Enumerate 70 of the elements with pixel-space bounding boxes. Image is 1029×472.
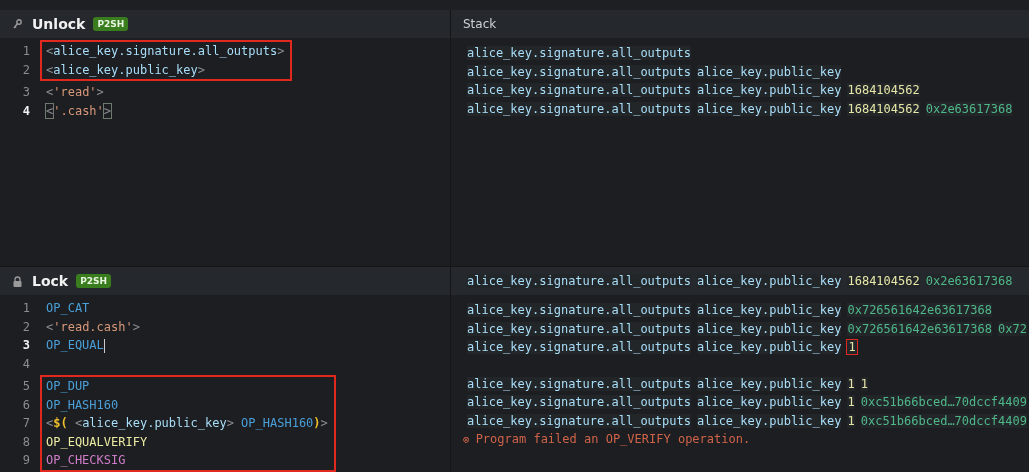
line-number: 1 (21, 301, 30, 316)
stack-item: alice_key.signature.all_outputs (467, 413, 691, 428)
line-number: 4 (21, 103, 30, 118)
error-message: Program failed an OP_VERIFY operation. (475, 432, 751, 446)
stack-item: alice_key.public_key (696, 64, 842, 79)
stack-item: 1 (847, 395, 855, 410)
script-type-badge: P2SH (93, 17, 129, 31)
stack-item: alice_key.signature.all_outputs (467, 376, 691, 391)
stack-item: alice_key.public_key (696, 376, 842, 391)
line-number: 8 (21, 434, 30, 449)
line-number: 6 (21, 397, 30, 412)
code-line[interactable]: <'read.cash'> (42, 319, 140, 334)
stack-item: 1684104562 (847, 101, 920, 116)
code-line[interactable]: <alice_key.public_key> (42, 62, 205, 77)
stack-item: 0x726561642e63617368 (847, 321, 992, 336)
stack-item: alice_key.signature.all_outputs (467, 83, 691, 98)
code-line[interactable]: OP_HASH160 (42, 397, 119, 412)
stack-item: alice_key.signature.all_outputs (467, 101, 691, 116)
stack-item: 0x726561642e63617368 (847, 303, 992, 318)
code-line[interactable]: OP_CAT (42, 301, 90, 316)
stack-item: 0xc51b66bced…70dccf4409 (860, 395, 1027, 410)
stack-item: alice_key.public_key (696, 321, 842, 336)
stack-item: 0xc51b66bced…70dccf4409 (860, 413, 1027, 428)
stack-item: alice_key.signature.all_outputs (467, 46, 691, 61)
code-line[interactable]: OP_DUP (42, 379, 90, 394)
stack-item: 0x2e63617368 (925, 101, 1013, 116)
stack-item: alice_key.public_key (696, 395, 842, 410)
code-line[interactable]: <alice_key.signature.all_outputs> (42, 44, 285, 59)
line-number: 5 (21, 379, 30, 394)
stack-item: alice_key.public_key (696, 274, 842, 288)
error-icon: ⊗ (463, 432, 470, 446)
stack-title: Stack (463, 17, 497, 31)
stack-item: alice_key.signature.all_outputs (467, 321, 691, 336)
stack-item: alice_key.signature.all_outputs (467, 303, 691, 318)
line-number: 3 (21, 338, 30, 353)
code-line[interactable]: <$( <alice_key.public_key> OP_HASH160)> (42, 416, 328, 431)
stack-item: alice_key.public_key (696, 413, 842, 428)
stack-item: alice_key.public_key (696, 303, 842, 318)
code-line[interactable]: <'read'> (42, 85, 104, 100)
stack-item: alice_key.public_key (696, 83, 842, 98)
code-line[interactable]: OP_EQUAL (42, 338, 105, 353)
key-icon (13, 19, 22, 29)
line-number: 3 (21, 85, 30, 100)
code-line[interactable]: OP_CHECKSIG (42, 453, 126, 468)
stack-item: 1 (860, 376, 868, 391)
lock-icon (13, 275, 22, 287)
line-number: 2 (21, 62, 30, 77)
script-type-badge: P2SH (76, 274, 112, 288)
code-line[interactable]: OP_EQUALVERIFY (42, 434, 148, 449)
stack-item: 1 (847, 376, 855, 391)
stack-item: 1684104562 (847, 83, 920, 98)
stack-item: 1684104562 (847, 274, 920, 288)
code-line[interactable]: <'.cash'> (42, 103, 113, 118)
line-number: 9 (21, 453, 30, 468)
panel-title: Unlock (32, 16, 86, 32)
stack-item: 1 (847, 340, 857, 355)
stack-item: 1 (847, 413, 855, 428)
stack-item: alice_key.signature.all_outputs (467, 395, 691, 410)
stack-item: alice_key.signature.all_outputs (467, 64, 691, 79)
stack-item: 0x72 (997, 321, 1027, 336)
stack-item: alice_key.public_key (696, 101, 842, 116)
line-number: 4 (21, 356, 30, 371)
stack-item: 0x2e63617368 (925, 274, 1013, 288)
panel-title: Lock (32, 273, 69, 289)
stack-item: alice_key.public_key (696, 340, 842, 355)
line-number: 1 (21, 44, 30, 59)
line-number: 2 (21, 319, 30, 334)
line-number: 7 (21, 416, 30, 431)
stack-item: alice_key.signature.all_outputs (467, 340, 691, 355)
stack-item: alice_key.signature.all_outputs (467, 274, 691, 288)
